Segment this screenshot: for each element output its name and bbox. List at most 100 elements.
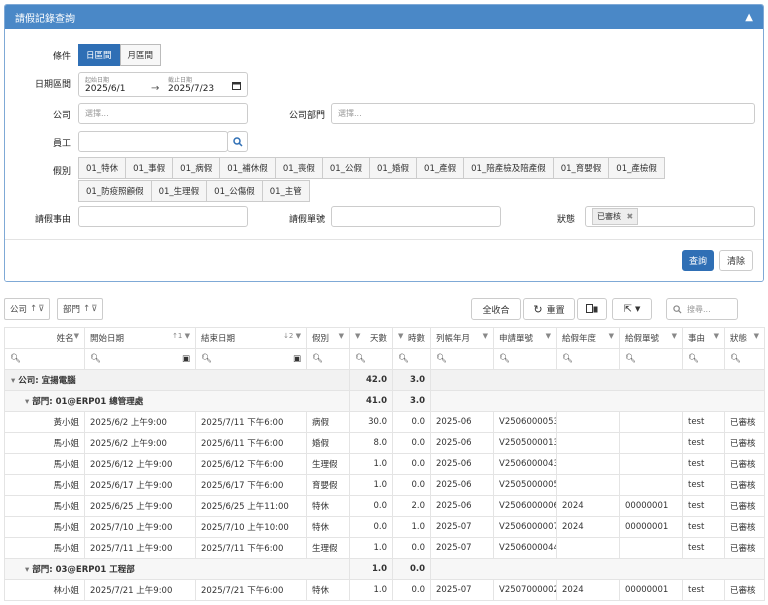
calendar-icon[interactable]: ▣: [182, 354, 190, 364]
filter-icon[interactable]: ▼: [672, 332, 677, 340]
collapse-all-button[interactable]: 全收合: [471, 298, 521, 320]
col-header-start[interactable]: 開始日期 ↑1 ▼: [84, 327, 196, 349]
leave-type-option[interactable]: 01_生理假: [150, 180, 208, 202]
group-chip-company[interactable]: 公司 ↑ ⊽: [4, 298, 51, 320]
col-header-grant-year[interactable]: 給假年度 ▼: [556, 327, 620, 349]
employee-search-button[interactable]: [227, 131, 248, 152]
filter-cell[interactable]: 🔍︎ ▣: [84, 348, 196, 370]
table-row[interactable]: 馬小姐 2025/7/11 上午9:00 2025/7/11 下午6:00 生理假 1.…: [4, 537, 765, 559]
filter-icon[interactable]: ▼: [398, 332, 403, 340]
leave-type-option[interactable]: 01_補休假: [219, 157, 276, 179]
col-header-name[interactable]: 姓名 ▼: [4, 327, 85, 349]
employee-label: 員工: [52, 139, 71, 149]
filter-icon[interactable]: ▼: [546, 332, 551, 340]
sort-desc-icon[interactable]: ↓2 ▼: [283, 332, 301, 340]
leave-type-option[interactable]: 01_陪產檢及陪產假: [463, 157, 554, 179]
table-row[interactable]: 馬小姐 2025/6/25 上午9:00 2025/6/25 上午11:00 特休 0.…: [4, 495, 765, 517]
group-row-company[interactable]: ▾ 公司: 宜揚電腦 42.0 3.0: [4, 369, 765, 391]
status-select[interactable]: 已審核 ✖: [585, 206, 755, 227]
company-select[interactable]: 選擇...: [78, 103, 248, 124]
filter-cell[interactable]: 🔍︎: [682, 348, 725, 370]
filter-cell[interactable]: 🔍︎: [430, 348, 494, 370]
col-header-type[interactable]: 假別 ▼: [306, 327, 350, 349]
column-chooser-button[interactable]: [577, 298, 607, 320]
filter-icon[interactable]: ▼: [339, 332, 344, 340]
panel-header[interactable]: 請假記錄查詢 ▲: [5, 5, 763, 29]
form-no-input[interactable]: [331, 206, 501, 227]
filter-cell[interactable]: 🔍︎: [724, 348, 765, 370]
leave-type-option[interactable]: 01_喪假: [274, 157, 323, 179]
grid-search-input[interactable]: 搜尋...: [666, 298, 738, 320]
filter-icon[interactable]: ▼: [754, 332, 759, 340]
filter-cell[interactable]: 🔍︎: [349, 348, 393, 370]
table-row[interactable]: 林小姐 2025/7/21 上午9:00 2025/7/21 下午6:00 特休 1.0…: [4, 579, 765, 601]
start-date-value[interactable]: 2025/6/1: [85, 84, 125, 94]
group-days-total: 1.0: [349, 558, 393, 580]
table-row[interactable]: 馬小姐 2025/7/10 上午9:00 2025/7/10 上午10:00 特休 0.…: [4, 516, 765, 538]
filter-icon[interactable]: ▼: [74, 332, 79, 340]
reset-button[interactable]: ↻ 重置: [523, 298, 575, 320]
reason-input[interactable]: [78, 206, 248, 227]
col-header-month[interactable]: 列帳年月 ▼: [430, 327, 494, 349]
filter-icon[interactable]: ▼: [609, 332, 614, 340]
group-chip-dept[interactable]: 部門 ↑ ⊽: [57, 298, 104, 320]
col-header-status[interactable]: 狀態 ▼: [724, 327, 765, 349]
col-header-end[interactable]: 結束日期 ↓2 ▼: [195, 327, 307, 349]
leave-type-option[interactable]: 01_產檢假: [608, 157, 665, 179]
group-row-dept[interactable]: ▾ 部門: 03@ERP01 工程部 1.0 0.0: [4, 558, 765, 580]
leave-type-option[interactable]: 01_公假: [321, 157, 370, 179]
panel-footer: 查詢 清除: [5, 239, 763, 281]
col-header-reason[interactable]: 事由 ▼: [682, 327, 725, 349]
export-button[interactable]: ⇱ ▼: [612, 298, 652, 320]
leave-type-option[interactable]: 01_防疫照顧假: [78, 180, 152, 202]
table-row[interactable]: 黃小姐 2025/6/2 上午9:00 2025/7/11 下午6:00 病假 30.0…: [4, 411, 765, 433]
leave-type-option[interactable]: 01_病假: [172, 157, 221, 179]
date-range-input[interactable]: 起始日期 2025/6/1 → 截止日期 2025/7/23: [78, 72, 248, 97]
dept-label: 公司部門: [288, 111, 325, 121]
col-header-days[interactable]: ▼ 天數: [349, 327, 393, 349]
remove-tag-icon[interactable]: ✖: [627, 212, 634, 221]
employee-input[interactable]: [78, 131, 228, 152]
filter-icon[interactable]: ▼: [714, 332, 719, 340]
query-button[interactable]: 查詢: [682, 250, 714, 271]
condition-option-day[interactable]: 日區間: [78, 44, 120, 66]
condition-option-month[interactable]: 月區間: [119, 44, 162, 66]
filter-cell[interactable]: 🔍︎: [619, 348, 683, 370]
table-cell: 2025-06: [430, 453, 494, 475]
table-row[interactable]: 馬小姐 2025/6/2 上午9:00 2025/6/11 下午6:00 婚假 8.0 0…: [4, 432, 765, 454]
calendar-icon[interactable]: ▣: [293, 354, 301, 364]
search-icon: [673, 304, 682, 314]
group-row-dept[interactable]: ▾ 部門: 01@ERP01 總管理處 41.0 3.0: [4, 390, 765, 412]
col-header-grant-no[interactable]: 給假單號 ▼: [619, 327, 683, 349]
leave-type-option[interactable]: 01_婚假: [368, 157, 418, 179]
leave-type-option[interactable]: 01_產假: [416, 157, 465, 179]
table-row[interactable]: 馬小姐 2025/6/12 上午9:00 2025/6/12 下午6:00 生理假 1.…: [4, 453, 765, 475]
filter-icon[interactable]: ⊽: [91, 304, 97, 314]
filter-cell[interactable]: 🔍︎: [4, 348, 85, 370]
table-cell: 2025-07: [430, 579, 494, 601]
leave-type-option[interactable]: 01_事假: [125, 157, 174, 179]
chevron-up-icon[interactable]: ▲: [745, 12, 753, 23]
dept-select[interactable]: 選擇...: [331, 103, 755, 124]
table-row[interactable]: 馬小姐 2025/6/17 上午9:00 2025/6/17 下午6:00 育嬰假 1.…: [4, 474, 765, 496]
filter-cell[interactable]: 🔍︎: [392, 348, 431, 370]
col-header-form-no[interactable]: 申請單號 ▼: [493, 327, 557, 349]
leave-type-option[interactable]: 01_主管: [261, 180, 310, 202]
leave-type-option[interactable]: 01_特休: [78, 157, 127, 179]
filter-icon[interactable]: ▼: [355, 332, 360, 340]
filter-icon[interactable]: ⊽: [38, 304, 44, 314]
sort-asc-icon[interactable]: ↑: [83, 304, 90, 314]
sort-asc-icon[interactable]: ↑: [30, 304, 37, 314]
sort-asc-icon[interactable]: ↑1 ▼: [172, 332, 190, 340]
leave-type-option[interactable]: 01_育嬰假: [552, 157, 610, 179]
calendar-icon[interactable]: [232, 81, 241, 90]
end-date-value[interactable]: 2025/7/23: [168, 84, 214, 94]
filter-icon[interactable]: ▼: [483, 332, 488, 340]
filter-cell[interactable]: 🔍︎ ▣: [195, 348, 307, 370]
col-header-hours[interactable]: ▼ 時數: [392, 327, 431, 349]
clear-button[interactable]: 清除: [719, 250, 753, 271]
filter-cell[interactable]: 🔍︎: [306, 348, 350, 370]
leave-type-option[interactable]: 01_公傷假: [206, 180, 263, 202]
filter-cell[interactable]: 🔍︎: [493, 348, 557, 370]
filter-cell[interactable]: 🔍︎: [556, 348, 620, 370]
